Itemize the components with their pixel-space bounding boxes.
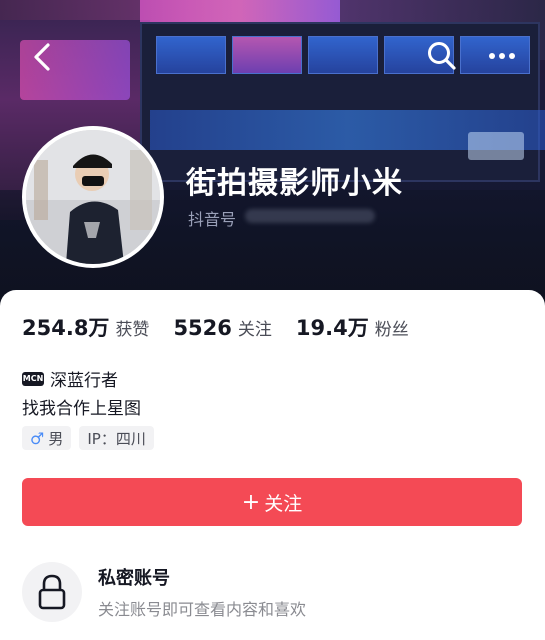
stat-label: 粉丝 <box>374 320 409 340</box>
douyin-id-value-blurred <box>245 209 375 223</box>
search-icon <box>428 42 456 70</box>
stat-value: 254.8万 <box>22 316 110 340</box>
plus-icon: + <box>241 489 261 515</box>
gender-tag: ♂ 男 <box>22 426 72 450</box>
ip-tag: IP：四川 <box>79 426 154 450</box>
stat-value: 19.4万 <box>295 316 369 340</box>
profile-name: 街拍摄影师小米 <box>186 166 403 201</box>
stat-followers[interactable]: 19.4万 粉丝 <box>296 312 409 342</box>
stat-likes[interactable]: 254.8万 获赞 <box>22 312 149 342</box>
avatar[interactable] <box>22 126 164 268</box>
lock-icon <box>38 574 66 610</box>
ip-label: IP：四川 <box>87 429 146 448</box>
profile-card: 254.8万 获赞 5526 关注 19.4万 粉丝 MCN 深蓝行者 找我合作… <box>0 290 545 640</box>
bus-window <box>232 36 302 74</box>
stat-label: 关注 <box>237 320 272 340</box>
private-account-description: 关注账号即可查看内容和喜欢 <box>98 600 307 619</box>
private-account-notice: 私密账号 关注账号即可查看内容和喜欢 <box>22 554 522 634</box>
mcn-icon: MCN <box>22 371 44 386</box>
profile-tags: ♂ 男 IP：四川 <box>22 426 162 450</box>
avatar-photo <box>26 130 160 264</box>
stat-label: 获赞 <box>115 320 150 340</box>
follow-button[interactable]: + 关注 <box>22 478 522 526</box>
follow-button-label: 关注 <box>264 492 303 515</box>
search-button[interactable] <box>424 38 460 74</box>
chevron-left-icon <box>34 43 50 71</box>
private-account-title: 私密账号 <box>98 568 170 589</box>
gender-label: 男 <box>48 429 64 448</box>
douyin-id-label: 抖音号 <box>188 210 237 229</box>
mcn-name: 深蓝行者 <box>50 371 118 391</box>
bus-window <box>156 36 226 74</box>
stat-following[interactable]: 5526 关注 <box>173 315 271 340</box>
male-icon: ♂ <box>30 428 45 448</box>
stats-row: 254.8万 获赞 5526 关注 19.4万 粉丝 <box>22 312 433 342</box>
stat-value: 5526 <box>173 316 232 340</box>
mcn-row[interactable]: MCN 深蓝行者 <box>22 366 118 391</box>
bus-window <box>308 36 378 74</box>
bio-text: 找我合作上星图 <box>22 399 141 419</box>
more-horizontal-icon <box>489 53 515 59</box>
back-button[interactable] <box>28 40 58 74</box>
more-button[interactable] <box>484 38 520 74</box>
banner-sign <box>468 132 524 160</box>
lock-icon-container <box>22 562 82 622</box>
